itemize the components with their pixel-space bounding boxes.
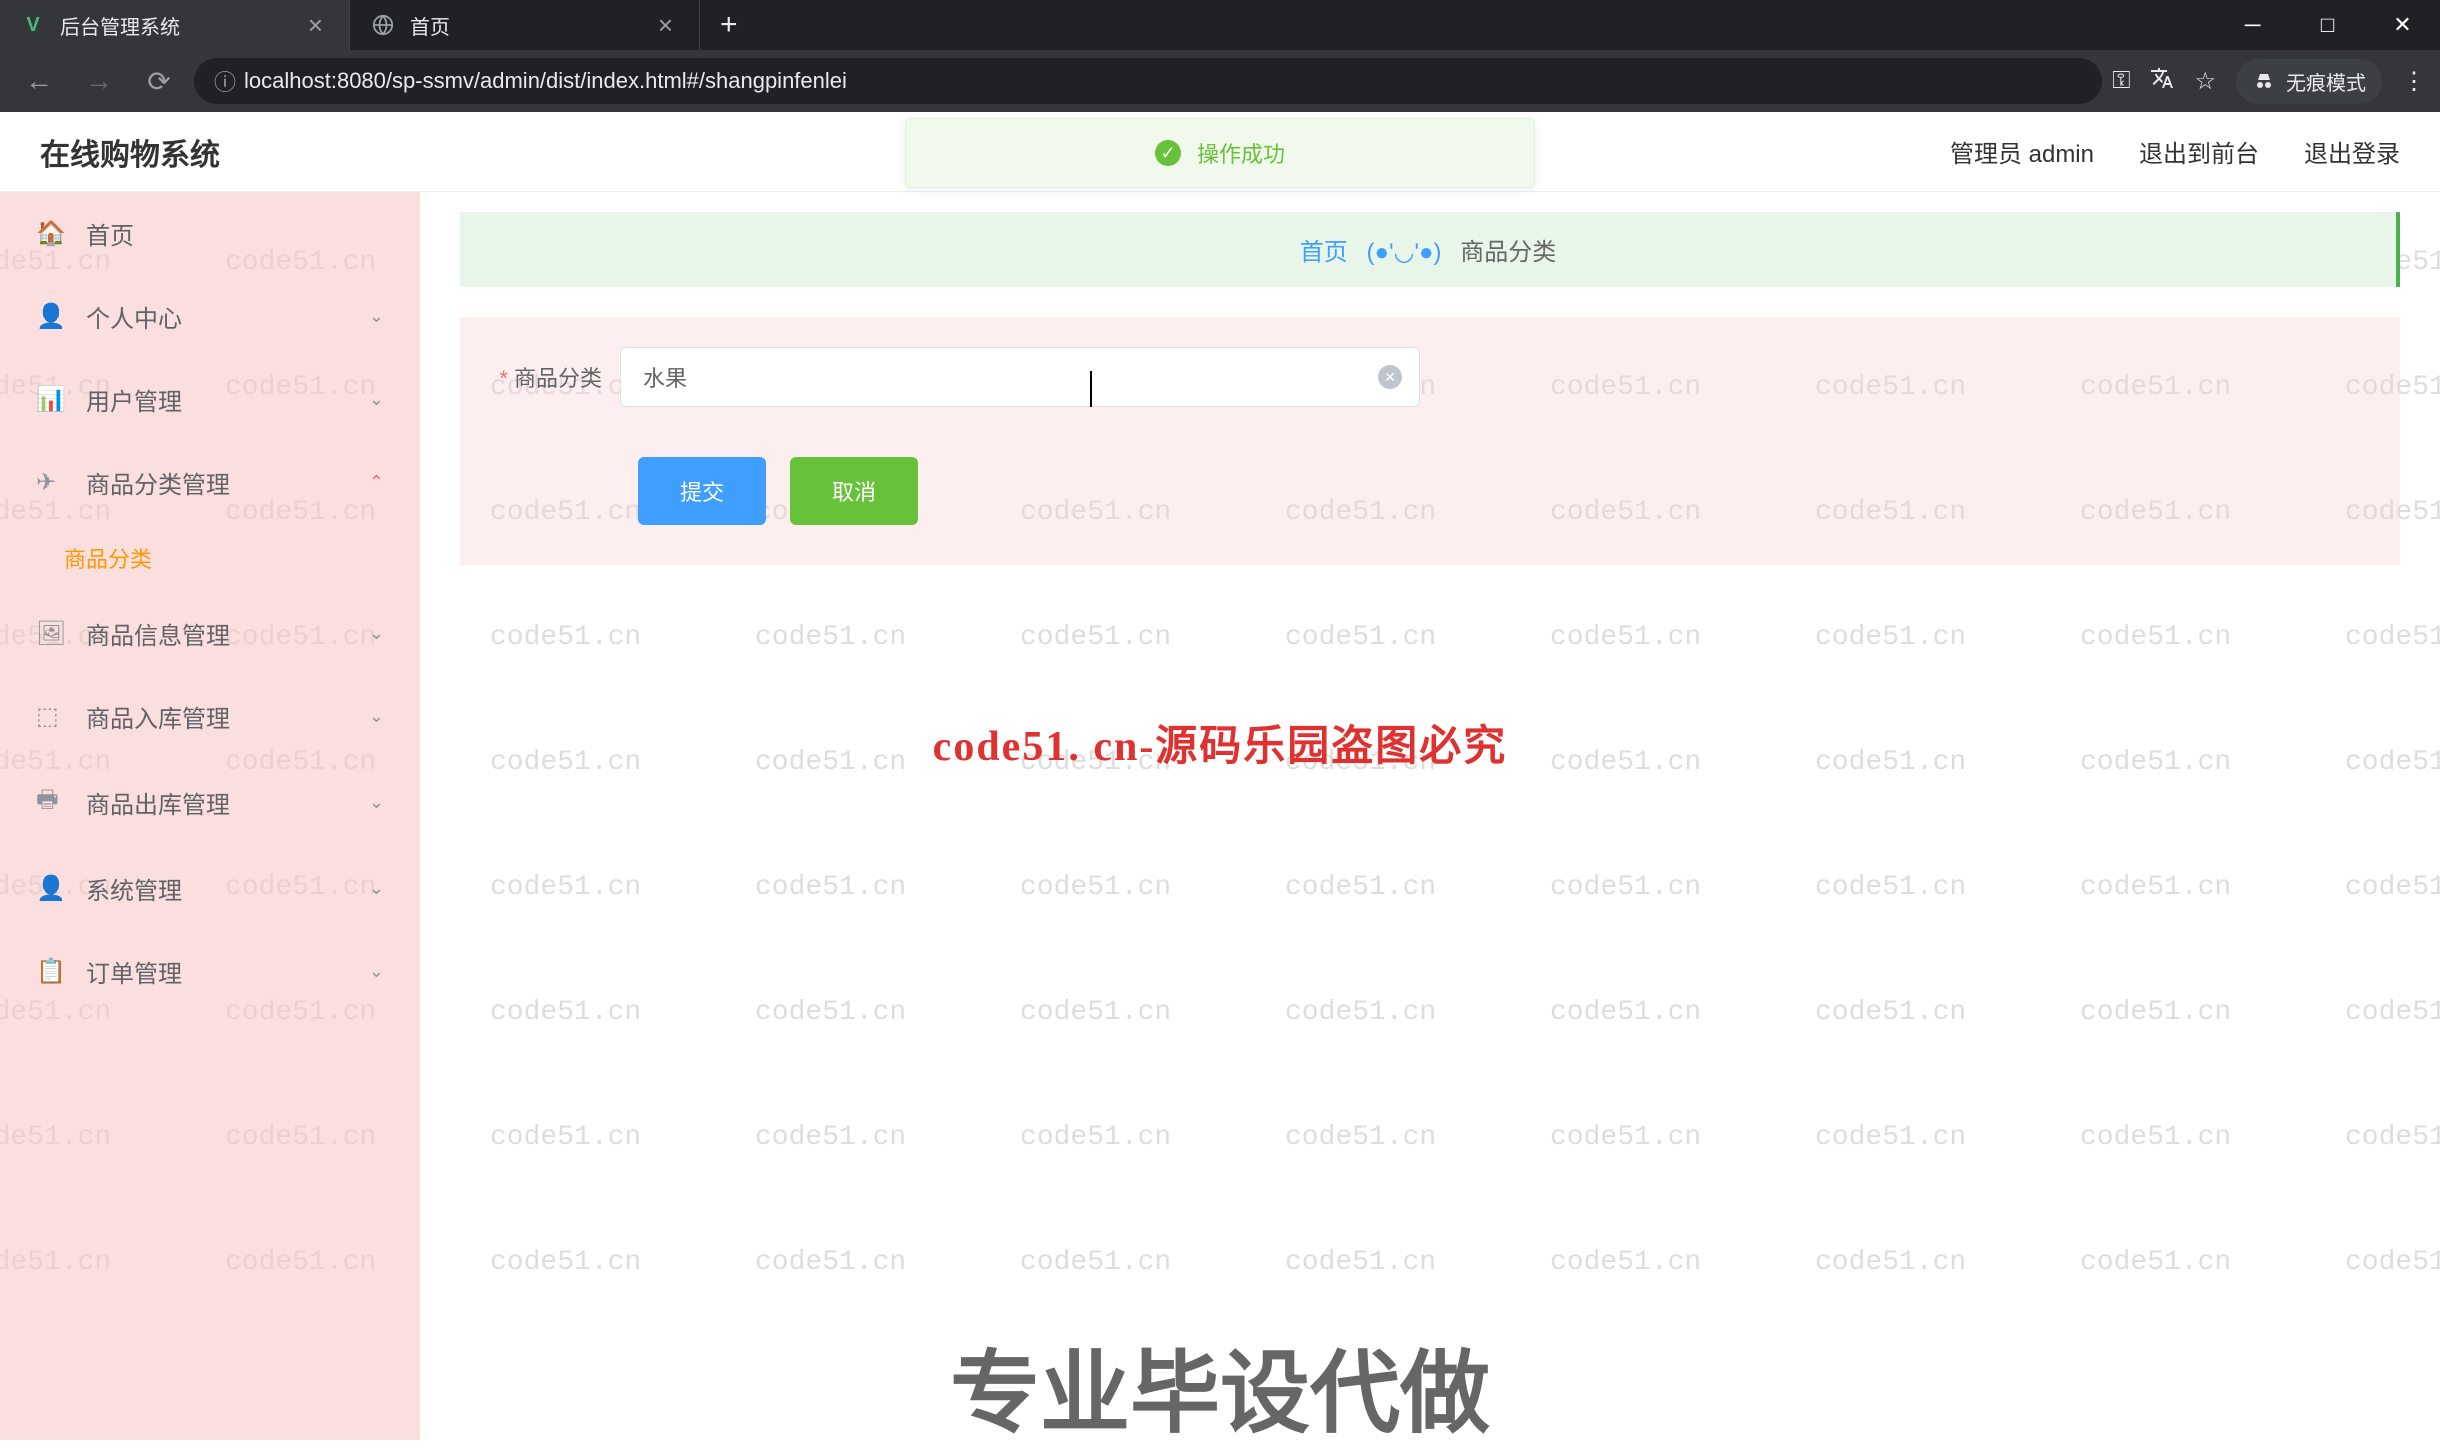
main-content: 首页 (●'◡'●) 商品分类 *商品分类 ✕ 提交 取 [420,192,2440,1440]
chevron-down-icon: ⌄ [369,961,384,982]
incognito-label: 无痕模式 [2286,67,2366,96]
sidebar-item-label: 商品信息管理 [86,616,230,651]
star-icon[interactable]: ☆ [2194,67,2216,96]
form-label-category: *商品分类 [480,361,620,393]
form-panel: *商品分类 ✕ 提交 取消 [460,317,2400,565]
home-icon: 🏠 [36,219,64,248]
close-icon[interactable]: × [302,10,329,41]
sidebar-item-label: 个人中心 [86,299,182,334]
sidebar-item-label: 商品入库管理 [86,699,230,734]
chevron-down-icon: ⌄ [369,389,384,410]
chevron-down-icon: ⌄ [369,706,384,727]
sidebar-item-orders[interactable]: 📋 订单管理 ⌄ [0,930,420,1013]
reload-button[interactable]: ⟳ [134,56,184,106]
browser-tab[interactable]: 首页 × [350,0,700,50]
clear-icon[interactable]: ✕ [1378,365,1402,389]
sidebar-item-label: 订单管理 [86,954,182,989]
sidebar: 🏠 首页 👤 个人中心 ⌄ 📊 用户管理 ⌄ ✈ 商品分类管理 ⌃ 商品分类 [0,192,420,1440]
submit-button[interactable]: 提交 [638,457,766,525]
sidebar-item-label: 商品出库管理 [86,785,230,820]
user-icon: 👤 [36,302,64,331]
users-icon: 📊 [36,385,64,414]
new-tab-button[interactable]: + [700,0,758,50]
app-root: code51.cncode51.cncode51.cncode51.cncode… [0,112,2440,1440]
chevron-down-icon: ⌄ [369,306,384,327]
sidebar-item-stock-out[interactable]: 🖶 商品出库管理 ⌄ [0,758,420,847]
sidebar-item-home[interactable]: 🏠 首页 [0,192,420,275]
minimize-button[interactable]: ─ [2215,0,2290,50]
url-text: localhost:8080/sp-ssmv/admin/dist/index.… [244,68,847,94]
send-icon: ✈ [36,468,64,497]
chevron-up-icon: ⌃ [369,472,384,493]
tab-title: 后台管理系统 [60,11,180,40]
box-icon: ⬚ [36,702,64,731]
incognito-badge[interactable]: 无痕模式 [2236,59,2382,104]
sidebar-item-product-info[interactable]: 🖼 商品信息管理 ⌄ [0,592,420,675]
logout-front-link[interactable]: 退出到前台 [2139,134,2259,169]
close-window-button[interactable]: ✕ [2365,0,2440,50]
print-icon: 🖶 [36,782,64,823]
sidebar-subitem-category[interactable]: 商品分类 [0,524,420,592]
breadcrumb-home[interactable]: 首页 [1300,239,1348,266]
translate-icon[interactable] [2150,66,2174,97]
required-marker: * [499,366,508,391]
sidebar-item-label: 用户管理 [86,382,182,417]
close-icon[interactable]: × [652,10,679,41]
category-input-wrap: ✕ [620,347,1420,407]
breadcrumb-separator: (●'◡'●) [1366,239,1441,266]
chevron-down-icon: ⌄ [369,878,384,899]
breadcrumb: 首页 (●'◡'●) 商品分类 [460,212,2400,287]
globe-icon [370,12,396,38]
clipboard-icon: 📋 [36,957,64,986]
back-button[interactable]: ← [14,56,64,106]
sidebar-item-label: 商品分类管理 [86,465,230,500]
browser-tab-active[interactable]: V 后台管理系统 × [0,0,350,50]
sidebar-subitem-label: 商品分类 [64,547,152,572]
browser-tab-strip: V 后台管理系统 × 首页 × + ─ □ ✕ [0,0,2440,50]
brand-title: 在线购物系统 [40,130,220,174]
vue-icon: V [20,12,46,38]
forward-button[interactable]: → [74,56,124,106]
sidebar-item-profile[interactable]: 👤 个人中心 ⌄ [0,275,420,358]
image-icon: 🖼 [36,619,64,648]
sidebar-item-system[interactable]: 👤 系统管理 ⌄ [0,847,420,930]
sidebar-item-stock-in[interactable]: ⬚ 商品入库管理 ⌄ [0,675,420,758]
logout-link[interactable]: 退出登录 [2304,134,2400,169]
admin-link[interactable]: 管理员 admin [1950,134,2094,169]
chevron-down-icon: ⌄ [369,623,384,644]
browser-address-bar: ← → ⟳ ⓘ localhost:8080/sp-ssmv/admin/dis… [0,50,2440,112]
user-icon: 👤 [36,874,64,903]
chevron-down-icon: ⌄ [369,792,384,813]
sidebar-item-users[interactable]: 📊 用户管理 ⌄ [0,358,420,441]
sidebar-item-label: 首页 [86,216,134,251]
sidebar-item-category[interactable]: ✈ 商品分类管理 ⌃ [0,441,420,524]
url-input[interactable]: ⓘ localhost:8080/sp-ssmv/admin/dist/inde… [194,58,2102,104]
category-input[interactable] [620,347,1420,407]
menu-icon[interactable]: ⋮ [2402,67,2426,96]
text-cursor [1090,371,1092,407]
check-icon: ✓ [1155,140,1181,166]
key-icon[interactable]: ⚿ [2112,67,2130,95]
info-icon: ⓘ [214,65,236,97]
maximize-button[interactable]: □ [2290,0,2365,50]
tab-title: 首页 [410,11,450,40]
incognito-icon [2252,69,2276,93]
window-controls: ─ □ ✕ [2215,0,2440,50]
success-notification: ✓ 操作成功 [905,118,1535,188]
sidebar-item-label: 系统管理 [86,871,182,906]
cancel-button[interactable]: 取消 [790,457,918,525]
notification-text: 操作成功 [1197,137,1285,169]
breadcrumb-current: 商品分类 [1460,239,1556,266]
